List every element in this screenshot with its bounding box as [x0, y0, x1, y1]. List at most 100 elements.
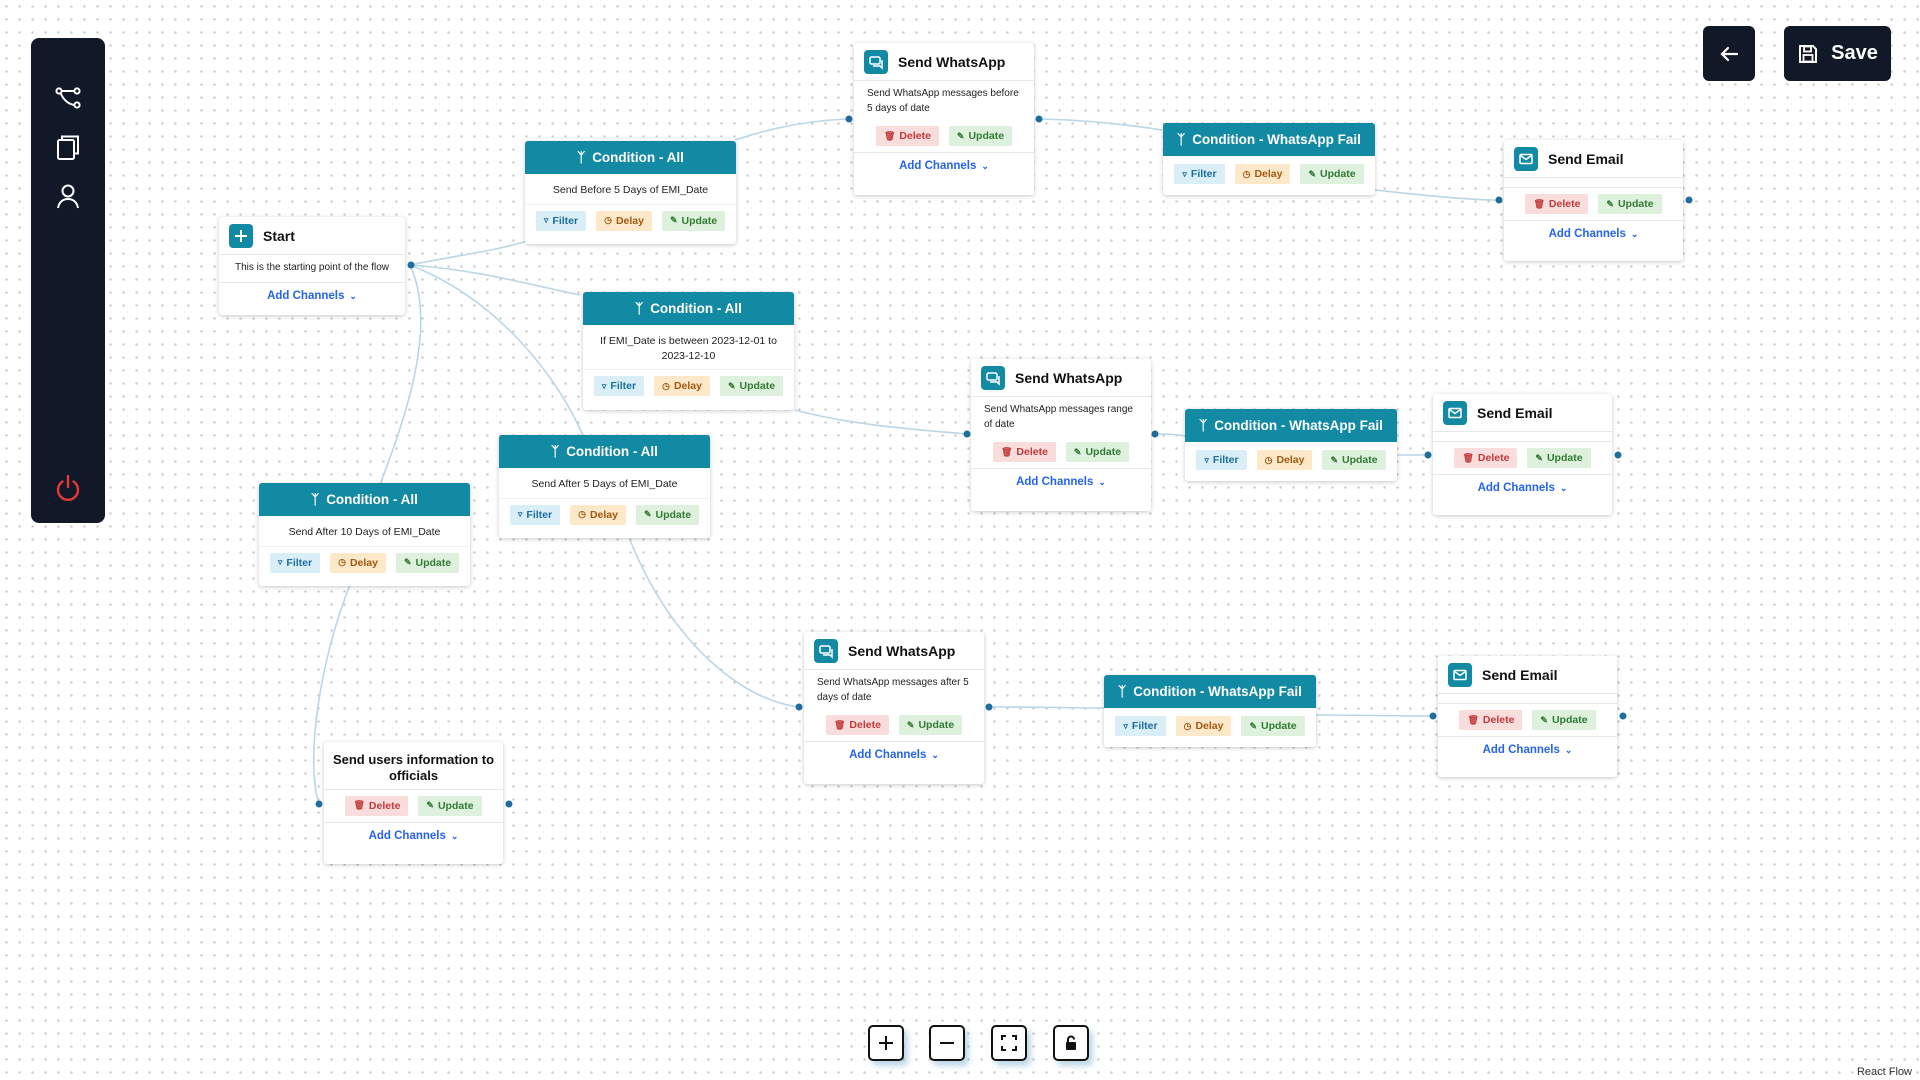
- delay-button[interactable]: ◷ Delay: [1256, 450, 1313, 470]
- handle-officials-source[interactable]: [505, 800, 513, 808]
- save-button[interactable]: Save: [1784, 26, 1891, 81]
- email-node-2[interactable]: Send Email 🗑 Delete ✎ Update Add Channels ⌄: [1433, 394, 1612, 515]
- start-node[interactable]: Start This is the starting point of the …: [219, 217, 405, 315]
- handle-wa-after-source[interactable]: [985, 703, 993, 711]
- update-button[interactable]: ✎ Update: [418, 795, 482, 816]
- handle-wa-before-target[interactable]: [845, 115, 853, 123]
- handle-email1-source[interactable]: [1685, 196, 1693, 204]
- delay-button[interactable]: ◷ Delay: [330, 552, 386, 573]
- chevron-down-icon: ⌄: [349, 290, 357, 301]
- add-channels-button[interactable]: Add Channels ⌄: [1433, 475, 1612, 502]
- chat-icon: [814, 638, 838, 663]
- whatsapp-node-after[interactable]: Send WhatsApp Send WhatsApp messages aft…: [804, 632, 984, 784]
- add-channels-button[interactable]: Add Channels ⌄: [324, 823, 503, 850]
- clock-icon: ◷: [1183, 720, 1192, 731]
- whatsapp-fail-node-3[interactable]: ᛉ Condition - WhatsApp Fail ▿ Filter ◷ Del…: [1104, 675, 1316, 747]
- update-button[interactable]: ✎ Update: [948, 126, 1013, 146]
- whatsapp-fail-node-1[interactable]: ᛉ Condition - WhatsApp Fail ▿ Filter ◷ Del…: [1163, 123, 1375, 195]
- zoom-in-button[interactable]: [868, 1025, 904, 1061]
- handle-start-source[interactable]: [407, 261, 415, 269]
- condition-node-between[interactable]: ᛉ Condition - All If EMI_Date is between…: [583, 292, 794, 410]
- update-button[interactable]: ✎ Update: [1065, 442, 1130, 462]
- handle-wa-range-target[interactable]: [963, 430, 971, 438]
- add-channels-button[interactable]: Add Channels ⌄: [971, 469, 1151, 496]
- condition-node-after10[interactable]: ᛉ Condition - All Send After 10 Days of …: [259, 483, 470, 586]
- node-description: If EMI_Date is between 2023-12-01 to 202…: [583, 325, 794, 371]
- fit-view-button[interactable]: [991, 1025, 1027, 1061]
- lock-button[interactable]: [1053, 1025, 1089, 1061]
- add-channels-button[interactable]: Add Channels ⌄: [1504, 221, 1683, 248]
- edit-icon: ✎: [1308, 168, 1317, 179]
- update-button[interactable]: ✎ Update: [635, 504, 700, 525]
- delete-button[interactable]: 🗑 Delete: [1459, 710, 1523, 730]
- whatsapp-node-range[interactable]: Send WhatsApp Send WhatsApp messages ran…: [971, 359, 1151, 511]
- update-button[interactable]: ✎ Update: [1532, 710, 1596, 730]
- email-node-1[interactable]: Send Email 🗑 Delete ✎ Update Add Channels ⌄: [1504, 140, 1683, 261]
- handle-wa-after-target[interactable]: [795, 703, 803, 711]
- officials-node[interactable]: Send users information to officials 🗑 Del…: [324, 742, 503, 864]
- condition-node-after5[interactable]: ᛉ Condition - All Send After 5 Days of E…: [499, 435, 710, 538]
- filter-button[interactable]: ▿ Filter: [535, 210, 587, 231]
- filter-button[interactable]: ▿ Filter: [1174, 164, 1225, 184]
- update-button[interactable]: ✎ Update: [1300, 164, 1364, 184]
- delete-button[interactable]: 🗑 Delete: [1525, 194, 1589, 214]
- update-button[interactable]: ✎ Update: [1241, 716, 1305, 736]
- delete-label: Delete: [1477, 452, 1510, 464]
- back-button[interactable]: [1703, 26, 1755, 81]
- update-button[interactable]: ✎ Update: [661, 210, 726, 231]
- delete-button[interactable]: 🗑 Delete: [875, 126, 939, 146]
- zoom-out-button[interactable]: [929, 1025, 965, 1061]
- delay-button[interactable]: ◷ Delay: [570, 504, 626, 525]
- power-icon[interactable]: [53, 473, 83, 503]
- delay-button[interactable]: ◷ Delay: [1175, 716, 1232, 736]
- delete-button[interactable]: 🗑 Delete: [825, 715, 889, 735]
- condition-node-before5[interactable]: ᛉ Condition - All Send Before 5 Days of …: [525, 141, 736, 244]
- filter-button[interactable]: ▿ Filter: [1115, 716, 1166, 736]
- flow-canvas[interactable]: Start This is the starting point of the …: [0, 0, 1920, 1080]
- chevron-down-icon: ⌄: [981, 161, 989, 171]
- templates-icon[interactable]: [53, 133, 83, 163]
- delay-button[interactable]: ◷ Delay: [654, 376, 710, 397]
- handle-email3-target[interactable]: [1429, 712, 1437, 720]
- filter-button[interactable]: ▿ Filter: [1196, 450, 1247, 470]
- react-flow-attribution[interactable]: React Flow: [1857, 1066, 1912, 1078]
- filter-button[interactable]: ▿ Filter: [593, 376, 645, 397]
- update-button[interactable]: ✎ Update: [719, 376, 784, 397]
- delete-button[interactable]: 🗑 Delete: [992, 442, 1056, 462]
- update-button[interactable]: ✎ Update: [898, 715, 963, 735]
- handle-wa-before-source[interactable]: [1035, 115, 1043, 123]
- plus-icon: [229, 223, 253, 248]
- edge-cond-after5-wa-after: [629, 539, 800, 708]
- delete-button[interactable]: 🗑 Delete: [1454, 448, 1518, 468]
- add-channels-button[interactable]: Add Channels ⌄: [854, 153, 1034, 180]
- add-channels-button[interactable]: Add Channels ⌄: [1438, 737, 1617, 764]
- delay-button[interactable]: ◷ Delay: [596, 210, 652, 231]
- delete-button[interactable]: 🗑 Delete: [345, 795, 409, 816]
- handle-wa-range-source[interactable]: [1151, 430, 1159, 438]
- user-icon[interactable]: [53, 181, 83, 211]
- handle-email2-source[interactable]: [1614, 451, 1622, 459]
- email-node-3[interactable]: Send Email 🗑 Delete ✎ Update Add Channels ⌄: [1438, 656, 1617, 777]
- condition-header: ᛉ Condition - All: [259, 483, 470, 516]
- filter-button[interactable]: ▿ Filter: [269, 552, 321, 573]
- node-spacer: [1504, 178, 1683, 188]
- filter-button[interactable]: ▿ Filter: [509, 504, 561, 525]
- handle-email2-target[interactable]: [1424, 451, 1432, 459]
- node-description: Send Before 5 Days of EMI_Date: [525, 174, 736, 205]
- add-channels-button[interactable]: Add Channels ⌄: [804, 742, 984, 769]
- whatsapp-fail-node-2[interactable]: ᛉ Condition - WhatsApp Fail ▿ Filter ◷ Del…: [1185, 409, 1397, 481]
- trash-icon: 🗑: [1462, 452, 1474, 463]
- delete-label: Delete: [368, 799, 401, 812]
- whatsapp-node-before[interactable]: Send WhatsApp Send WhatsApp messages bef…: [854, 43, 1034, 195]
- clock-icon: ◷: [604, 215, 612, 226]
- add-channels-button[interactable]: Add Channels ⌄: [219, 283, 405, 310]
- update-button[interactable]: ✎ Update: [1598, 194, 1662, 214]
- flow-icon[interactable]: [53, 83, 83, 113]
- delay-button[interactable]: ◷ Delay: [1234, 164, 1291, 184]
- update-button[interactable]: ✎ Update: [1527, 448, 1591, 468]
- update-button[interactable]: ✎ Update: [395, 552, 460, 573]
- update-button[interactable]: ✎ Update: [1322, 450, 1386, 470]
- handle-email3-source[interactable]: [1619, 712, 1627, 720]
- handle-officials-target[interactable]: [315, 800, 323, 808]
- handle-email1-target[interactable]: [1495, 196, 1503, 204]
